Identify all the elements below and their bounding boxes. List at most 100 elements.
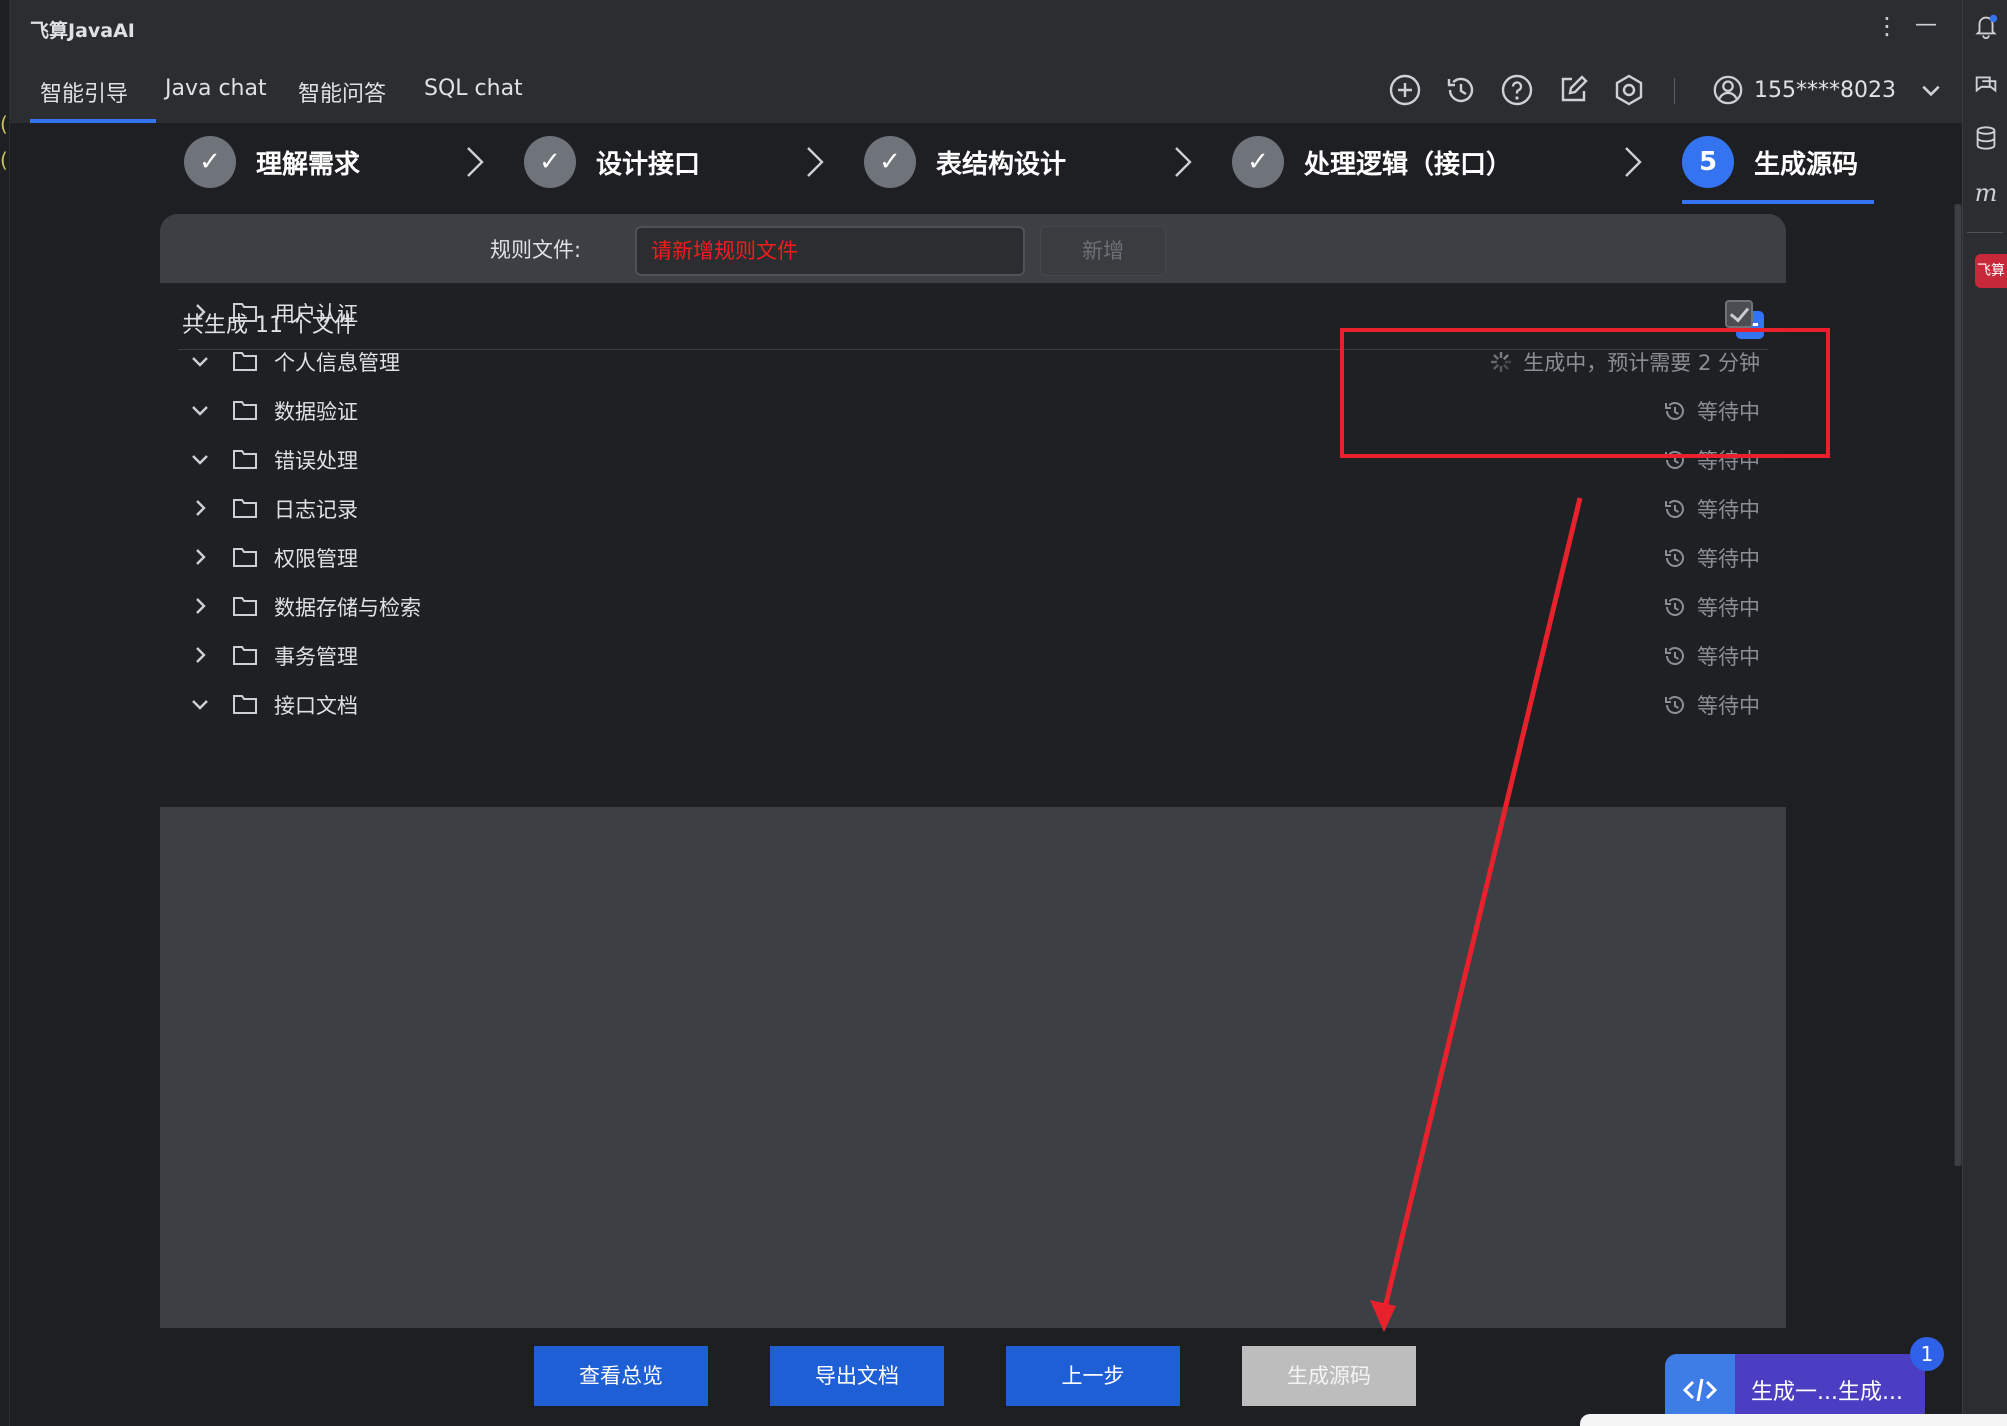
- step-label: 理解需求: [256, 149, 361, 180]
- right-tool-strip: m: [1962, 0, 2007, 1426]
- chevron-down-icon[interactable]: [190, 449, 210, 469]
- file-name: 事务管理: [274, 645, 358, 669]
- user-menu[interactable]: 155****8023: [1712, 73, 1942, 107]
- title-bar: 飞算JavaAI ⋮ —: [10, 0, 1962, 56]
- folder-icon: [233, 499, 257, 518]
- add-rule-button[interactable]: 新增: [1040, 226, 1166, 276]
- history-icon: [1665, 598, 1684, 616]
- database-icon[interactable]: [1971, 124, 2001, 154]
- history-icon: [1665, 500, 1684, 518]
- status-text: 等待中: [1697, 596, 1760, 620]
- tab-bar: 智能引导 Java chat 智能问答 SQL chat 155****8023: [10, 56, 1962, 124]
- generate-source-button[interactable]: 生成源码: [1242, 1346, 1416, 1406]
- step-design-interface[interactable]: ✓ 设计接口: [524, 134, 700, 190]
- user-avatar-icon: [1713, 75, 1743, 105]
- chevron-down-icon[interactable]: [190, 351, 210, 371]
- active-tab-indicator: [30, 119, 156, 123]
- file-row[interactable]: 日志记录 等待中: [160, 486, 1786, 534]
- file-status: 等待中: [1663, 592, 1760, 622]
- folder-icon: [233, 646, 257, 665]
- file-row[interactable]: 数据存储与检索 等待中: [160, 584, 1786, 632]
- settings-icon[interactable]: [1612, 73, 1646, 107]
- file-row[interactable]: 事务管理 等待中: [160, 633, 1786, 681]
- step-processing-logic[interactable]: ✓ 处理逻辑（接口）: [1232, 134, 1512, 190]
- status-text: 等待中: [1697, 645, 1760, 669]
- chevron-right-icon[interactable]: [190, 596, 210, 616]
- chevron-down-icon[interactable]: [190, 694, 210, 714]
- file-name: 日志记录: [274, 498, 358, 522]
- minimize-icon[interactable]: —: [1915, 12, 1937, 38]
- chevron-right-icon: [467, 147, 484, 177]
- tab-sql-chat[interactable]: SQL chat: [424, 76, 523, 101]
- step-label: 表结构设计: [936, 149, 1067, 180]
- row-checkbox[interactable]: [1725, 300, 1753, 328]
- folder-icon: [233, 548, 257, 567]
- step-number-badge: 5: [1682, 136, 1734, 188]
- help-icon[interactable]: [1500, 73, 1534, 107]
- scrollbar-thumb[interactable]: [1955, 204, 1961, 1166]
- chevron-right-icon[interactable]: [190, 498, 210, 518]
- chevron-right-icon: [1625, 147, 1642, 177]
- tab-java-chat[interactable]: Java chat: [165, 76, 267, 101]
- feisuan-plugin-badge[interactable]: 飞算: [1975, 254, 2007, 288]
- file-row[interactable]: 权限管理 等待中: [160, 535, 1786, 583]
- rule-file-label: 规则文件:: [490, 238, 582, 262]
- file-status: 等待中: [1663, 641, 1760, 671]
- folder-icon: [233, 597, 257, 616]
- chevron-right-icon: [1175, 147, 1192, 177]
- step-done-icon: ✓: [864, 136, 916, 188]
- step-label: 处理逻辑（接口）: [1304, 149, 1513, 180]
- folder-icon: [233, 352, 257, 371]
- chevron-down-icon[interactable]: [1920, 79, 1942, 101]
- task-count-badge: 1: [1910, 1337, 1944, 1371]
- edit-icon[interactable]: [1556, 73, 1590, 107]
- export-doc-button[interactable]: 导出文档: [770, 1346, 944, 1406]
- file-name: 错误处理: [274, 449, 358, 473]
- file-name: 接口文档: [274, 694, 358, 718]
- editor-gutter: ( (: [0, 0, 10, 1426]
- step-table-design[interactable]: ✓ 表结构设计: [864, 134, 1066, 190]
- ai-chat-icon[interactable]: [1971, 70, 2001, 100]
- app-title: 飞算JavaAI: [30, 20, 135, 42]
- step-done-icon: ✓: [184, 136, 236, 188]
- file-status: 等待中: [1663, 543, 1760, 573]
- chevron-right-icon[interactable]: [190, 645, 210, 665]
- add-circle-icon[interactable]: [1388, 73, 1422, 107]
- step-label: 设计接口: [596, 149, 701, 180]
- file-name: 用户认证: [274, 302, 358, 326]
- user-phone: 155****8023: [1754, 77, 1896, 103]
- file-name: 数据存储与检索: [274, 596, 421, 620]
- folder-icon: [233, 303, 257, 322]
- gutter-mark: (: [0, 148, 8, 172]
- step-generate-source[interactable]: 5 生成源码: [1682, 134, 1858, 190]
- history-icon: [1665, 549, 1684, 567]
- more-options-icon[interactable]: ⋮: [1875, 12, 1899, 40]
- chevron-down-icon[interactable]: [190, 400, 210, 420]
- file-name: 权限管理: [274, 547, 358, 571]
- rule-file-row: 规则文件: 请新增规则文件 新增: [160, 214, 1786, 283]
- file-row[interactable]: 接口文档 等待中: [160, 682, 1786, 730]
- notification-bell-icon[interactable]: [1971, 12, 2001, 42]
- view-overview-button[interactable]: 查看总览: [534, 1346, 708, 1406]
- maven-icon[interactable]: m: [1971, 178, 2001, 208]
- tab-smart-qa[interactable]: 智能问答: [298, 76, 386, 108]
- previous-step-button[interactable]: 上一步: [1006, 1346, 1180, 1406]
- rule-file-input[interactable]: 请新增规则文件: [635, 226, 1025, 276]
- history-icon: [1665, 647, 1684, 665]
- task-widget-label: 生成一...生成...: [1751, 1380, 1903, 1405]
- step-understand-requirements[interactable]: ✓ 理解需求: [184, 134, 360, 190]
- file-name: 个人信息管理: [274, 351, 400, 375]
- folder-icon: [233, 450, 257, 469]
- chevron-right-icon[interactable]: [190, 547, 210, 567]
- folder-icon: [233, 695, 257, 714]
- history-icon[interactable]: [1444, 73, 1478, 107]
- plugin-panel: 飞算JavaAI ⋮ — 智能引导 Java chat 智能问答 SQL cha…: [10, 0, 1962, 1426]
- tab-smart-guide[interactable]: 智能引导: [40, 76, 128, 108]
- progress-stepper: ✓ 理解需求 ✓ 设计接口 ✓ 表结构设计 ✓ 处理逻辑（接口） 5 生成源码: [10, 124, 1962, 204]
- annotation-highlight-box: [1340, 328, 1830, 458]
- divider: [1967, 232, 2003, 233]
- history-icon: [1665, 696, 1684, 714]
- chevron-right-icon[interactable]: [190, 302, 210, 322]
- status-text: 等待中: [1697, 498, 1760, 522]
- ide-window: ( ( 飞算JavaAI ⋮ — 智能引导 Java chat 智能问答 SQL…: [0, 0, 2007, 1426]
